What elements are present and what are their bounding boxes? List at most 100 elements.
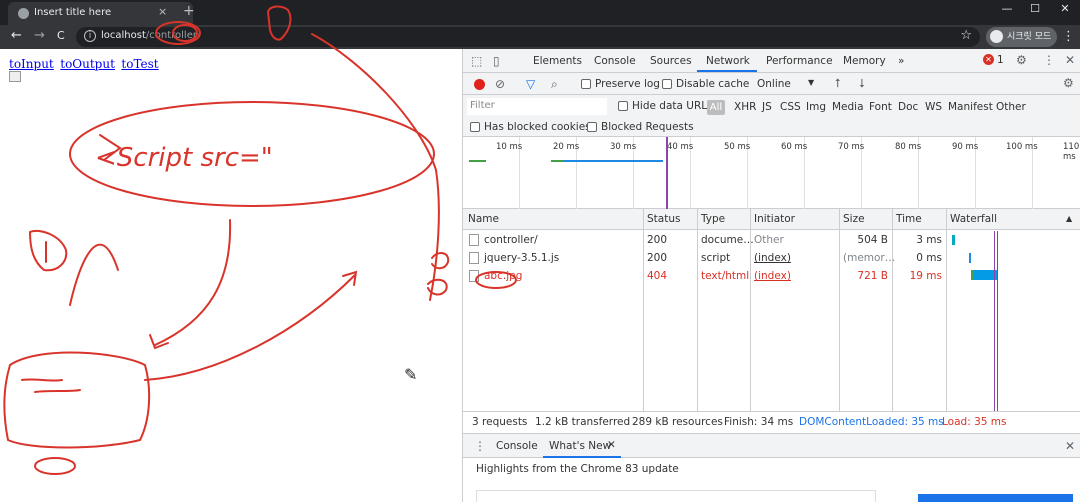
filter-manifest[interactable]: Manifest <box>948 101 993 113</box>
link-toinput[interactable]: toInput <box>9 57 54 71</box>
export-har-icon[interactable]: ⭣ <box>859 76 865 91</box>
disable-cache-checkbox[interactable]: Disable cache <box>662 78 749 90</box>
sort-arrow-icon[interactable]: ▲ <box>1066 214 1072 223</box>
drawer-menu-icon[interactable]: ⋮ <box>474 439 486 453</box>
filter-js[interactable]: JS <box>762 101 772 113</box>
filter-other[interactable]: Other <box>996 101 1026 113</box>
error-count[interactable]: 1 <box>997 54 1004 66</box>
col-status[interactable]: Status <box>647 213 680 225</box>
reload-button[interactable]: C <box>57 29 65 42</box>
settings-gear-icon[interactable]: ⚙ <box>1016 53 1027 67</box>
filter-img[interactable]: Img <box>806 101 826 113</box>
info-icon[interactable]: i <box>84 30 96 42</box>
import-har-icon[interactable]: ⭡ <box>835 76 841 91</box>
col-waterfall[interactable]: Waterfall <box>950 213 997 225</box>
address-bar[interactable]: i localhost/controller/ ☆ <box>76 27 980 47</box>
tab-memory[interactable]: Memory <box>843 55 886 67</box>
whats-new-video[interactable] <box>918 494 1073 502</box>
back-button[interactable]: ← <box>11 28 22 43</box>
link-tooutput[interactable]: toOutput <box>60 57 115 71</box>
new-tab-button[interactable]: + <box>183 3 195 19</box>
browser-tab[interactable]: Insert title here × <box>8 2 193 25</box>
requests-table-header: Name Status Type Initiator Size Time Wat… <box>463 209 1080 230</box>
request-name[interactable]: jquery-3.5.1.js <box>469 252 559 264</box>
col-time[interactable]: Time <box>896 213 922 225</box>
tab-console[interactable]: Console <box>594 55 636 67</box>
request-size: 504 B <box>857 234 888 246</box>
bookmark-star-icon[interactable]: ☆ <box>960 28 972 43</box>
close-window-button[interactable]: ✕ <box>1050 2 1080 15</box>
drawer-tab-whats-new[interactable]: What's New <box>549 440 611 452</box>
close-drawer-icon[interactable]: ✕ <box>1065 439 1075 453</box>
filter-ws[interactable]: WS <box>925 101 942 113</box>
search-icon[interactable]: ⌕ <box>551 77 558 92</box>
summary-load: Load: 35 ms <box>942 416 1007 428</box>
tab-elements[interactable]: Elements <box>533 55 582 67</box>
request-name[interactable]: abc.jpg <box>469 270 522 282</box>
link-totest[interactable]: toTest <box>121 57 158 71</box>
filter-funnel-icon[interactable]: ▽ <box>526 77 535 91</box>
summary-resources: 289 kB resources <box>632 416 723 428</box>
filter-all-button[interactable]: All <box>707 100 725 115</box>
tab-sources[interactable]: Sources <box>650 55 692 67</box>
page-viewport: toInput toOutput toTest <box>0 49 462 502</box>
filter-font[interactable]: Font <box>869 101 892 113</box>
request-status: 404 <box>647 270 668 282</box>
whats-new-heading: Highlights from the Chrome 83 update <box>476 463 679 475</box>
network-toolbar: ⊘ ▽ ⌕ Preserve log Disable cache Online … <box>463 73 1080 95</box>
overview-bar <box>551 160 563 162</box>
throttling-select[interactable]: Online <box>757 78 791 90</box>
waterfall-bar <box>971 270 974 280</box>
col-type[interactable]: Type <box>701 213 725 225</box>
table-row[interactable]: jquery-3.5.1.js 200 script (index) (memo… <box>463 249 1080 267</box>
incognito-badge[interactable]: 시크릿 모드 <box>986 27 1058 47</box>
table-row[interactable]: controller/ 200 docume… Other 504 B 3 ms <box>463 231 1080 249</box>
hide-data-urls-checkbox[interactable]: Hide data URLs <box>618 100 713 112</box>
filter-css[interactable]: CSS <box>780 101 801 113</box>
filter-doc[interactable]: Doc <box>898 101 918 113</box>
tab-network[interactable]: Network <box>706 55 750 67</box>
tab-close-icon[interactable]: × <box>158 5 167 18</box>
col-size[interactable]: Size <box>843 213 865 225</box>
network-settings-icon[interactable]: ⚙ <box>1063 76 1074 90</box>
record-button[interactable] <box>474 79 485 90</box>
blocked-requests-checkbox[interactable]: Blocked Requests <box>587 121 694 133</box>
devtools-menu-icon[interactable]: ⋮ <box>1043 53 1055 67</box>
close-devtools-icon[interactable]: ✕ <box>1065 53 1075 67</box>
inspect-icon[interactable]: ⬚ <box>471 54 482 68</box>
forward-button[interactable]: → <box>34 28 45 43</box>
more-tabs-button[interactable]: » <box>898 55 904 67</box>
request-initiator[interactable]: (index) <box>754 270 791 282</box>
overview-bar <box>551 160 663 162</box>
request-initiator[interactable]: (index) <box>754 252 791 264</box>
filter-input[interactable]: Filter <box>467 98 607 115</box>
request-size: 721 B <box>857 270 888 282</box>
request-initiator: Other <box>754 234 784 246</box>
whats-new-card[interactable] <box>476 490 876 502</box>
filter-xhr[interactable]: XHR <box>734 101 756 113</box>
network-overview[interactable]: 10 ms 20 ms 30 ms 40 ms 50 ms 60 ms 70 m… <box>463 137 1080 209</box>
has-blocked-cookies-checkbox[interactable]: Has blocked cookies <box>470 121 591 133</box>
device-toolbar-icon[interactable]: ▯ <box>493 54 500 68</box>
request-name[interactable]: controller/ <box>469 234 538 246</box>
clear-icon[interactable]: ⊘ <box>495 77 505 91</box>
request-type: text/html <box>701 270 750 282</box>
url-text[interactable]: localhost/controller/ <box>101 30 200 41</box>
filter-media[interactable]: Media <box>832 101 864 113</box>
document-icon <box>469 234 479 246</box>
maximize-button[interactable]: ☐ <box>1020 2 1050 15</box>
preserve-log-checkbox[interactable]: Preserve log <box>581 78 660 90</box>
minimize-button[interactable]: — <box>992 2 1022 15</box>
table-row[interactable]: abc.jpg 404 text/html (index) 721 B 19 m… <box>463 267 1080 285</box>
drawer-tab-console[interactable]: Console <box>496 440 538 452</box>
close-whats-new-icon[interactable]: ✕ <box>607 439 616 451</box>
col-name[interactable]: Name <box>468 213 499 225</box>
drawer-tabbar: ⋮ Console What's New ✕ ✕ <box>463 433 1080 458</box>
browser-menu-icon[interactable]: ⋮ <box>1062 29 1075 44</box>
col-initiator[interactable]: Initiator <box>754 213 795 225</box>
chevron-down-icon[interactable]: ▼ <box>808 78 814 87</box>
error-icon[interactable]: ✕ <box>983 54 994 65</box>
tick-label: 80 ms <box>895 142 922 152</box>
tab-performance[interactable]: Performance <box>766 55 833 67</box>
tick-label: 10 ms <box>496 142 523 152</box>
